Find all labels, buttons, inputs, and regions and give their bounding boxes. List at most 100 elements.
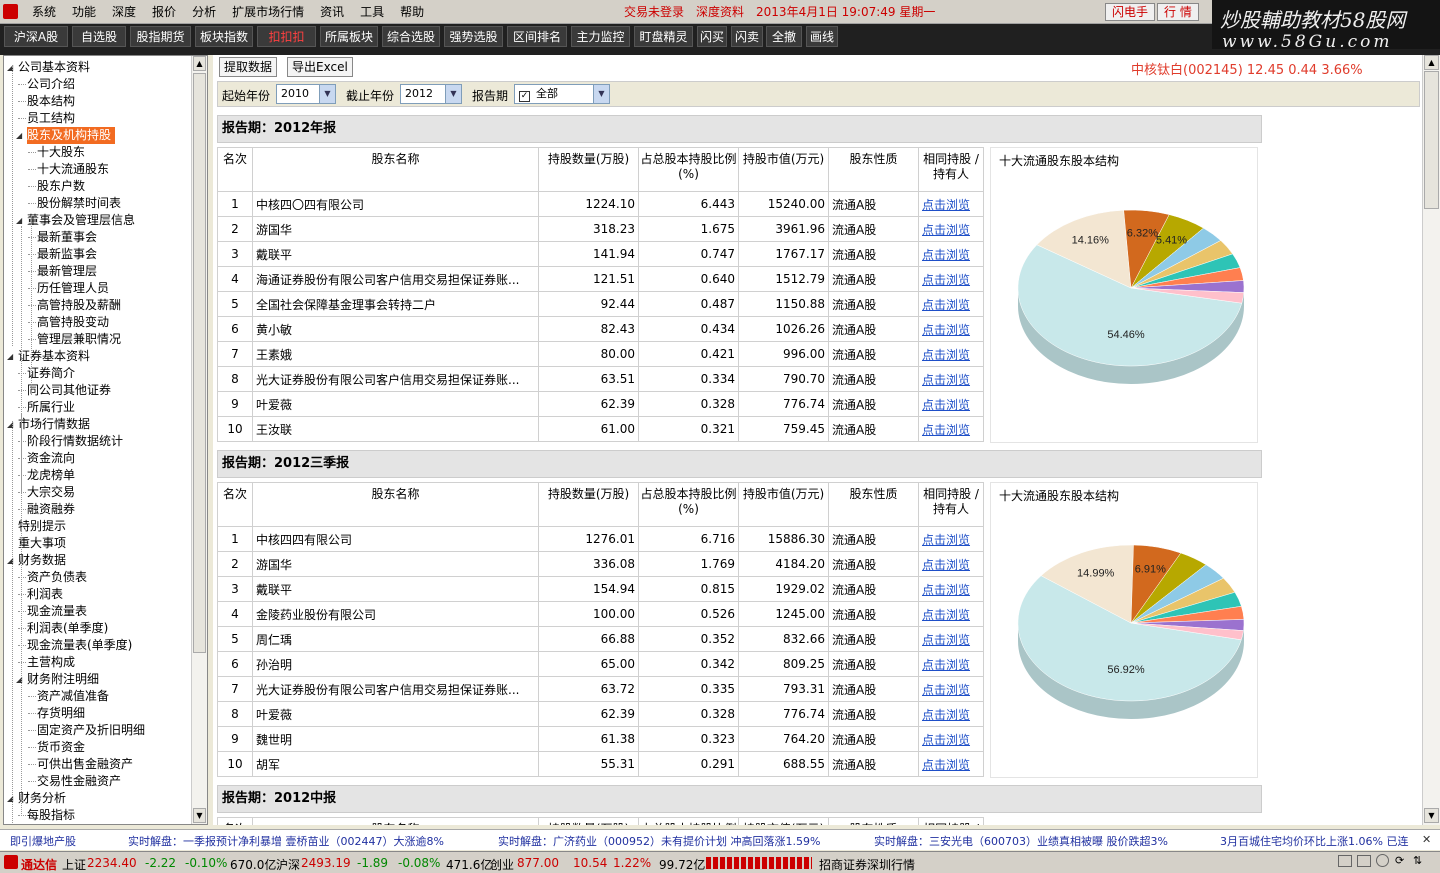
menu-item[interactable]: 系统 [24, 0, 64, 24]
tree-node[interactable]: 阶段行情数据统计 [27, 433, 123, 450]
tree-node[interactable]: 员工结构 [27, 110, 75, 127]
checkbox-icon[interactable]: ✓ [519, 91, 530, 102]
view-holder-link[interactable]: 点击浏览 [918, 191, 984, 217]
tree-node[interactable]: 龙虎榜单 [27, 467, 75, 484]
table-row[interactable]: 7 光大证券股份有限公司客户信用交易担保证券账... 63.72 0.335 793.3… [217, 676, 984, 702]
table-row[interactable]: 7 王素娥 80.00 0.421 996.00 流通A股 点击浏览 [217, 341, 984, 367]
column-header[interactable]: 持股市值(万元) [738, 482, 829, 527]
menu-item[interactable]: 报价 [144, 0, 184, 24]
column-header[interactable]: 股东名称 [252, 482, 539, 527]
view-holder-link[interactable]: 点击浏览 [918, 316, 984, 342]
tree-node[interactable]: 货币资金 [37, 739, 85, 756]
toolbar-button[interactable]: 画线 [806, 26, 838, 47]
table-row[interactable]: 4 金陵药业股份有限公司 100.00 0.526 1245.00 流通A股 点击浏览 [217, 601, 984, 627]
column-header[interactable]: 占总股本持股比例(%) [638, 482, 739, 527]
chevron-down-icon[interactable]: ▼ [445, 85, 461, 103]
ticker-item[interactable]: 即引爆地产股 [10, 833, 76, 849]
tree-node[interactable]: 十大流通股东 [37, 161, 109, 178]
view-holder-link[interactable]: 点击浏览 [918, 366, 984, 392]
tree-node[interactable]: 历任管理人员 [37, 280, 109, 297]
toolbar-button[interactable]: 强势选股 [444, 26, 503, 47]
tree-expand-icon[interactable]: ◢ [16, 216, 25, 225]
tree-node[interactable]: 所属行业 [27, 399, 75, 416]
view-holder-link[interactable]: 点击浏览 [918, 526, 984, 552]
tree-expand-icon[interactable]: ◢ [16, 131, 25, 140]
help-icon[interactable] [1376, 854, 1389, 867]
mail-icon[interactable] [1357, 855, 1371, 867]
view-holder-link[interactable]: 点击浏览 [918, 751, 984, 777]
end-year-select[interactable]: 2012 ▼ [400, 84, 462, 104]
ticker-item[interactable]: 实时解盘：广济药业（000952）未有提价计划 冲高回落涨1.59% [498, 833, 820, 849]
table-row[interactable]: 3 戴联平 141.94 0.747 1767.17 流通A股 点击浏览 [217, 241, 984, 267]
view-holder-link[interactable]: 点击浏览 [918, 291, 984, 317]
chevron-down-icon[interactable]: ▼ [319, 85, 335, 103]
column-header[interactable]: 股东名称 [252, 817, 539, 825]
table-row[interactable]: 2 游国华 336.08 1.769 4184.20 流通A股 点击浏览 [217, 551, 984, 577]
tree-node[interactable]: 利润表(单季度) [27, 620, 108, 637]
ticker-item[interactable]: 实时解盘：三安光电（600703）业绩真相被曝 股价跌超3% [874, 833, 1168, 849]
tree-node[interactable]: 可供出售金融资产 [37, 756, 133, 773]
tree-node[interactable]: 交易性金融资产 [37, 773, 121, 790]
tree-node[interactable]: 股东户数 [37, 178, 85, 195]
table-row[interactable]: 2 游国华 318.23 1.675 3961.96 流通A股 点击浏览 [217, 216, 984, 242]
table-row[interactable]: 8 叶爱薇 62.39 0.328 776.74 流通A股 点击浏览 [217, 701, 984, 727]
period-select[interactable]: ✓ 全部 ▼ [514, 84, 610, 104]
menu-item[interactable]: 深度 [104, 0, 144, 24]
table-row[interactable]: 5 全国社会保障基金理事会转持二户 92.44 0.487 1150.88 流通A股 点击浏… [217, 291, 984, 317]
tree-node[interactable]: 特别提示 [18, 518, 66, 535]
tree-node[interactable]: 利润表 [27, 586, 63, 603]
tree-node[interactable]: 融资融券 [27, 501, 75, 518]
toolbar-button[interactable]: 所属板块 [320, 26, 378, 47]
view-holder-link[interactable]: 点击浏览 [918, 651, 984, 677]
toolbar-button[interactable]: 沪深A股 [4, 26, 68, 47]
view-holder-link[interactable]: 点击浏览 [918, 551, 984, 577]
column-header[interactable]: 持股数量(万股) [538, 482, 639, 527]
tree-node[interactable]: 固定资产及折旧明细 [37, 722, 145, 739]
table-row[interactable]: 1 中核四〇四有限公司 1224.10 6.443 15240.00 流通A股 点击浏览 [217, 191, 984, 217]
table-row[interactable]: 4 海通证券股份有限公司客户信用交易担保证券账... 121.51 0.640 1512… [217, 266, 984, 292]
tree-node[interactable]: 证券简介 [27, 365, 75, 382]
tree-node[interactable]: 高管持股变动 [37, 314, 109, 331]
tree-node[interactable]: 管理层兼职情况 [37, 331, 121, 348]
table-row[interactable]: 10 胡军 55.31 0.291 688.55 流通A股 点击浏览 [217, 751, 984, 777]
tree-node[interactable]: 大宗交易 [27, 484, 75, 501]
tree-expand-icon[interactable]: ◢ [7, 352, 16, 361]
column-header[interactable]: 持股市值(万元) [738, 147, 829, 192]
tree-node[interactable]: 每股指标 [27, 807, 75, 824]
tree-node[interactable]: 股东及机构持股 [27, 127, 116, 144]
fetch-data-button[interactable]: 提取数据 [219, 57, 278, 77]
view-holder-link[interactable]: 点击浏览 [918, 241, 984, 267]
window-icon[interactable] [1338, 855, 1352, 867]
news-ticker[interactable]: 即引爆地产股 实时解盘：一季报预计净利暴增 壹桥苗业（002447）大涨逾8% 实时… [0, 829, 1440, 850]
table-row[interactable]: 6 孙治明 65.00 0.342 809.25 流通A股 点击浏览 [217, 651, 984, 677]
tree-node[interactable]: 十大股东 [37, 144, 85, 161]
scroll-down-icon[interactable]: ▼ [193, 808, 206, 823]
tree-node[interactable]: 股份解禁时间表 [37, 195, 121, 212]
deep-info-link[interactable]: 深度资料 [696, 0, 744, 24]
tree-node[interactable]: 现金流量表(单季度) [27, 637, 132, 654]
view-holder-link[interactable]: 点击浏览 [918, 216, 984, 242]
column-header[interactable]: 相同持股 /持有人 [918, 817, 984, 825]
quote-button[interactable]: 行 情 [1157, 3, 1199, 21]
table-row[interactable]: 3 戴联平 154.94 0.815 1929.02 流通A股 点击浏览 [217, 576, 984, 602]
menu-item[interactable]: 扩展市场行情 [224, 0, 312, 24]
tree-node[interactable]: 现金流量表 [27, 603, 87, 620]
tree-node[interactable]: 重大事项 [18, 535, 66, 552]
column-header[interactable]: 相同持股 /持有人 [918, 147, 984, 192]
flash-trade-button[interactable]: 闪电手 [1105, 3, 1156, 21]
tree-node[interactable]: 财务分析 [18, 790, 66, 807]
tree-node[interactable]: 同公司其他证券 [27, 382, 111, 399]
scroll-up-icon[interactable]: ▲ [1424, 55, 1439, 70]
table-row[interactable]: 9 叶爱薇 62.39 0.328 776.74 流通A股 点击浏览 [217, 391, 984, 417]
tree-node[interactable]: 高管持股及薪酬 [37, 297, 121, 314]
view-holder-link[interactable]: 点击浏览 [918, 701, 984, 727]
sort-icon[interactable]: ⇅ [1413, 854, 1422, 867]
toolbar-button[interactable]: 主力监控 [571, 26, 630, 47]
table-row[interactable]: 9 魏世明 61.38 0.323 764.20 流通A股 点击浏览 [217, 726, 984, 752]
tree-node[interactable]: 股本结构 [27, 93, 75, 110]
view-holder-link[interactable]: 点击浏览 [918, 391, 984, 417]
tree-node[interactable]: 财务数据 [18, 552, 66, 569]
tree-node[interactable]: 公司基本资料 [18, 59, 90, 76]
toolbar-button[interactable]: 盯盘精灵 [634, 26, 693, 47]
table-row[interactable]: 8 光大证券股份有限公司客户信用交易担保证券账... 63.51 0.334 790.7… [217, 366, 984, 392]
